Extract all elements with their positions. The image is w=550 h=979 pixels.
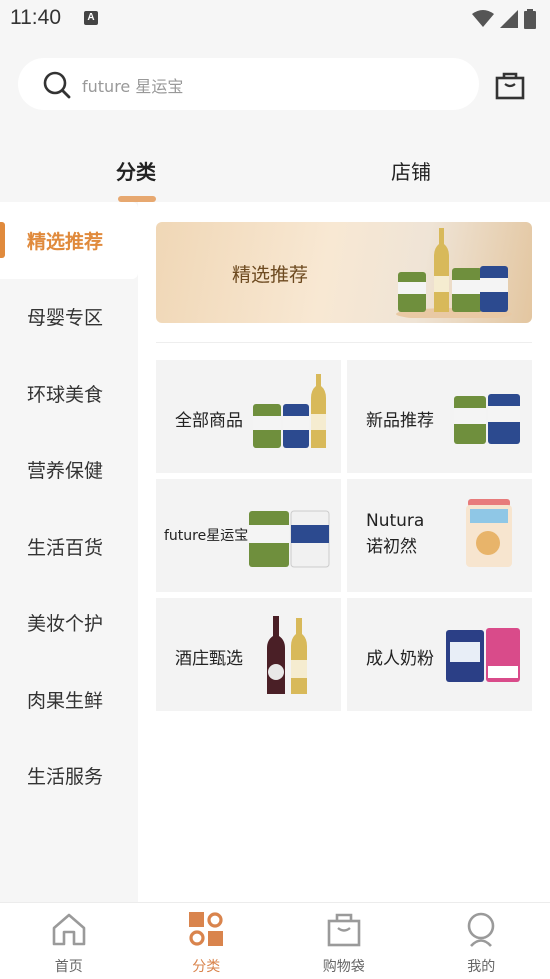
- nav-label: 购物袋: [322, 959, 365, 975]
- search-icon: [43, 71, 71, 99]
- wine-bottles-image: [267, 616, 307, 694]
- category-label: Nutura 诺初然: [366, 508, 424, 560]
- milk-cans-image: [249, 510, 330, 568]
- adult-milk-powder-image: [446, 628, 520, 682]
- nav-profile[interactable]: 我的: [413, 903, 550, 979]
- sidebar-item-beauty[interactable]: 美妆个护: [0, 585, 138, 662]
- status-time: 11:40: [10, 6, 61, 29]
- category-grid: 全部商品 新品推荐 future星运宝 Nutura 诺初然 酒庄甄选 成人奶粉: [156, 360, 532, 711]
- formula-can-image: [466, 499, 512, 567]
- sidebar-item-nutrition[interactable]: 营养保健: [0, 432, 138, 509]
- sidebar-item-label: 营养保健: [27, 460, 104, 483]
- nav-shopping-bag[interactable]: 购物袋: [275, 903, 413, 979]
- category-all-products[interactable]: 全部商品: [156, 360, 341, 473]
- status-icons: [472, 9, 536, 29]
- milk-cans-and-wine-image: [253, 374, 326, 448]
- profile-icon: [467, 912, 495, 947]
- category-future-xingyunbao[interactable]: future星运宝: [156, 479, 341, 592]
- category-nutura[interactable]: Nutura 诺初然: [347, 479, 532, 592]
- category-label: 新品推荐: [366, 411, 434, 431]
- sidebar-item-label: 生活百货: [27, 536, 104, 559]
- signal-icon: [500, 10, 518, 28]
- search-placeholder: future 星运宝: [82, 77, 184, 96]
- wifi-icon: [472, 10, 494, 27]
- sidebar-item-daily-goods[interactable]: 生活百货: [0, 508, 138, 585]
- category-label: future星运宝: [164, 528, 249, 544]
- nav-label: 首页: [54, 959, 83, 975]
- tab-category[interactable]: 分类: [116, 156, 156, 185]
- sidebar-item-featured[interactable]: 精选推荐: [0, 202, 138, 279]
- status-bar: 11:40 A: [0, 0, 550, 38]
- sidebar-item-label: 美妆个护: [27, 613, 104, 636]
- featured-banner[interactable]: 精选推荐: [156, 222, 532, 323]
- tab-store[interactable]: 店铺: [391, 156, 431, 185]
- sidebar-item-label: 肉果生鲜: [27, 689, 104, 712]
- milk-cans-image: [454, 394, 520, 444]
- nav-category[interactable]: 分类: [138, 903, 276, 979]
- nav-label: 我的: [467, 959, 496, 975]
- shopping-bag-icon[interactable]: [494, 70, 526, 100]
- sidebar-item-mother-baby[interactable]: 母婴专区: [0, 279, 138, 356]
- category-icon: [189, 912, 224, 946]
- sidebar-item-label: 母婴专区: [27, 307, 104, 330]
- banner-title: 精选推荐: [232, 264, 309, 286]
- home-icon: [52, 913, 86, 946]
- category-label: 成人奶粉: [366, 649, 434, 669]
- category-label-line2: 诺初然: [366, 537, 417, 557]
- category-label-line1: Nutura: [366, 511, 425, 531]
- search-input[interactable]: future 星运宝: [18, 58, 479, 110]
- banner-products-image: [396, 228, 512, 318]
- sidebar-item-label: 精选推荐: [27, 230, 104, 253]
- category-winery-selection[interactable]: 酒庄甄选: [156, 598, 341, 711]
- nav-home[interactable]: 首页: [0, 903, 138, 979]
- sidebar-item-fresh[interactable]: 肉果生鲜: [0, 661, 138, 738]
- shopping-bag-icon: [327, 913, 361, 947]
- divider: [156, 342, 532, 343]
- category-label: 全部商品: [175, 411, 243, 431]
- sidebar-item-global-food[interactable]: 环球美食: [0, 355, 138, 432]
- category-new-arrivals[interactable]: 新品推荐: [347, 360, 532, 473]
- sidebar-item-services[interactable]: 生活服务: [0, 738, 138, 815]
- category-content: 精选推荐 全部商品 新品推荐 future星运宝 Nutura 诺初然 酒庄甄选…: [138, 202, 550, 902]
- nav-label: 分类: [192, 959, 221, 975]
- category-label: 酒庄甄选: [175, 649, 243, 669]
- notification-icon: A: [84, 11, 98, 25]
- category-sidebar: 精选推荐 母婴专区 环球美食 营养保健 生活百货 美妆个护 肉果生鲜 生活服务: [0, 202, 138, 902]
- bottom-navigation: 首页 分类 购物袋 我的: [0, 902, 550, 979]
- sidebar-item-label: 环球美食: [27, 383, 104, 406]
- battery-icon: [524, 9, 536, 29]
- top-area: future 星运宝 分类 店铺: [0, 38, 550, 202]
- sidebar-item-label: 生活服务: [27, 766, 104, 789]
- category-adult-milk-powder[interactable]: 成人奶粉: [347, 598, 532, 711]
